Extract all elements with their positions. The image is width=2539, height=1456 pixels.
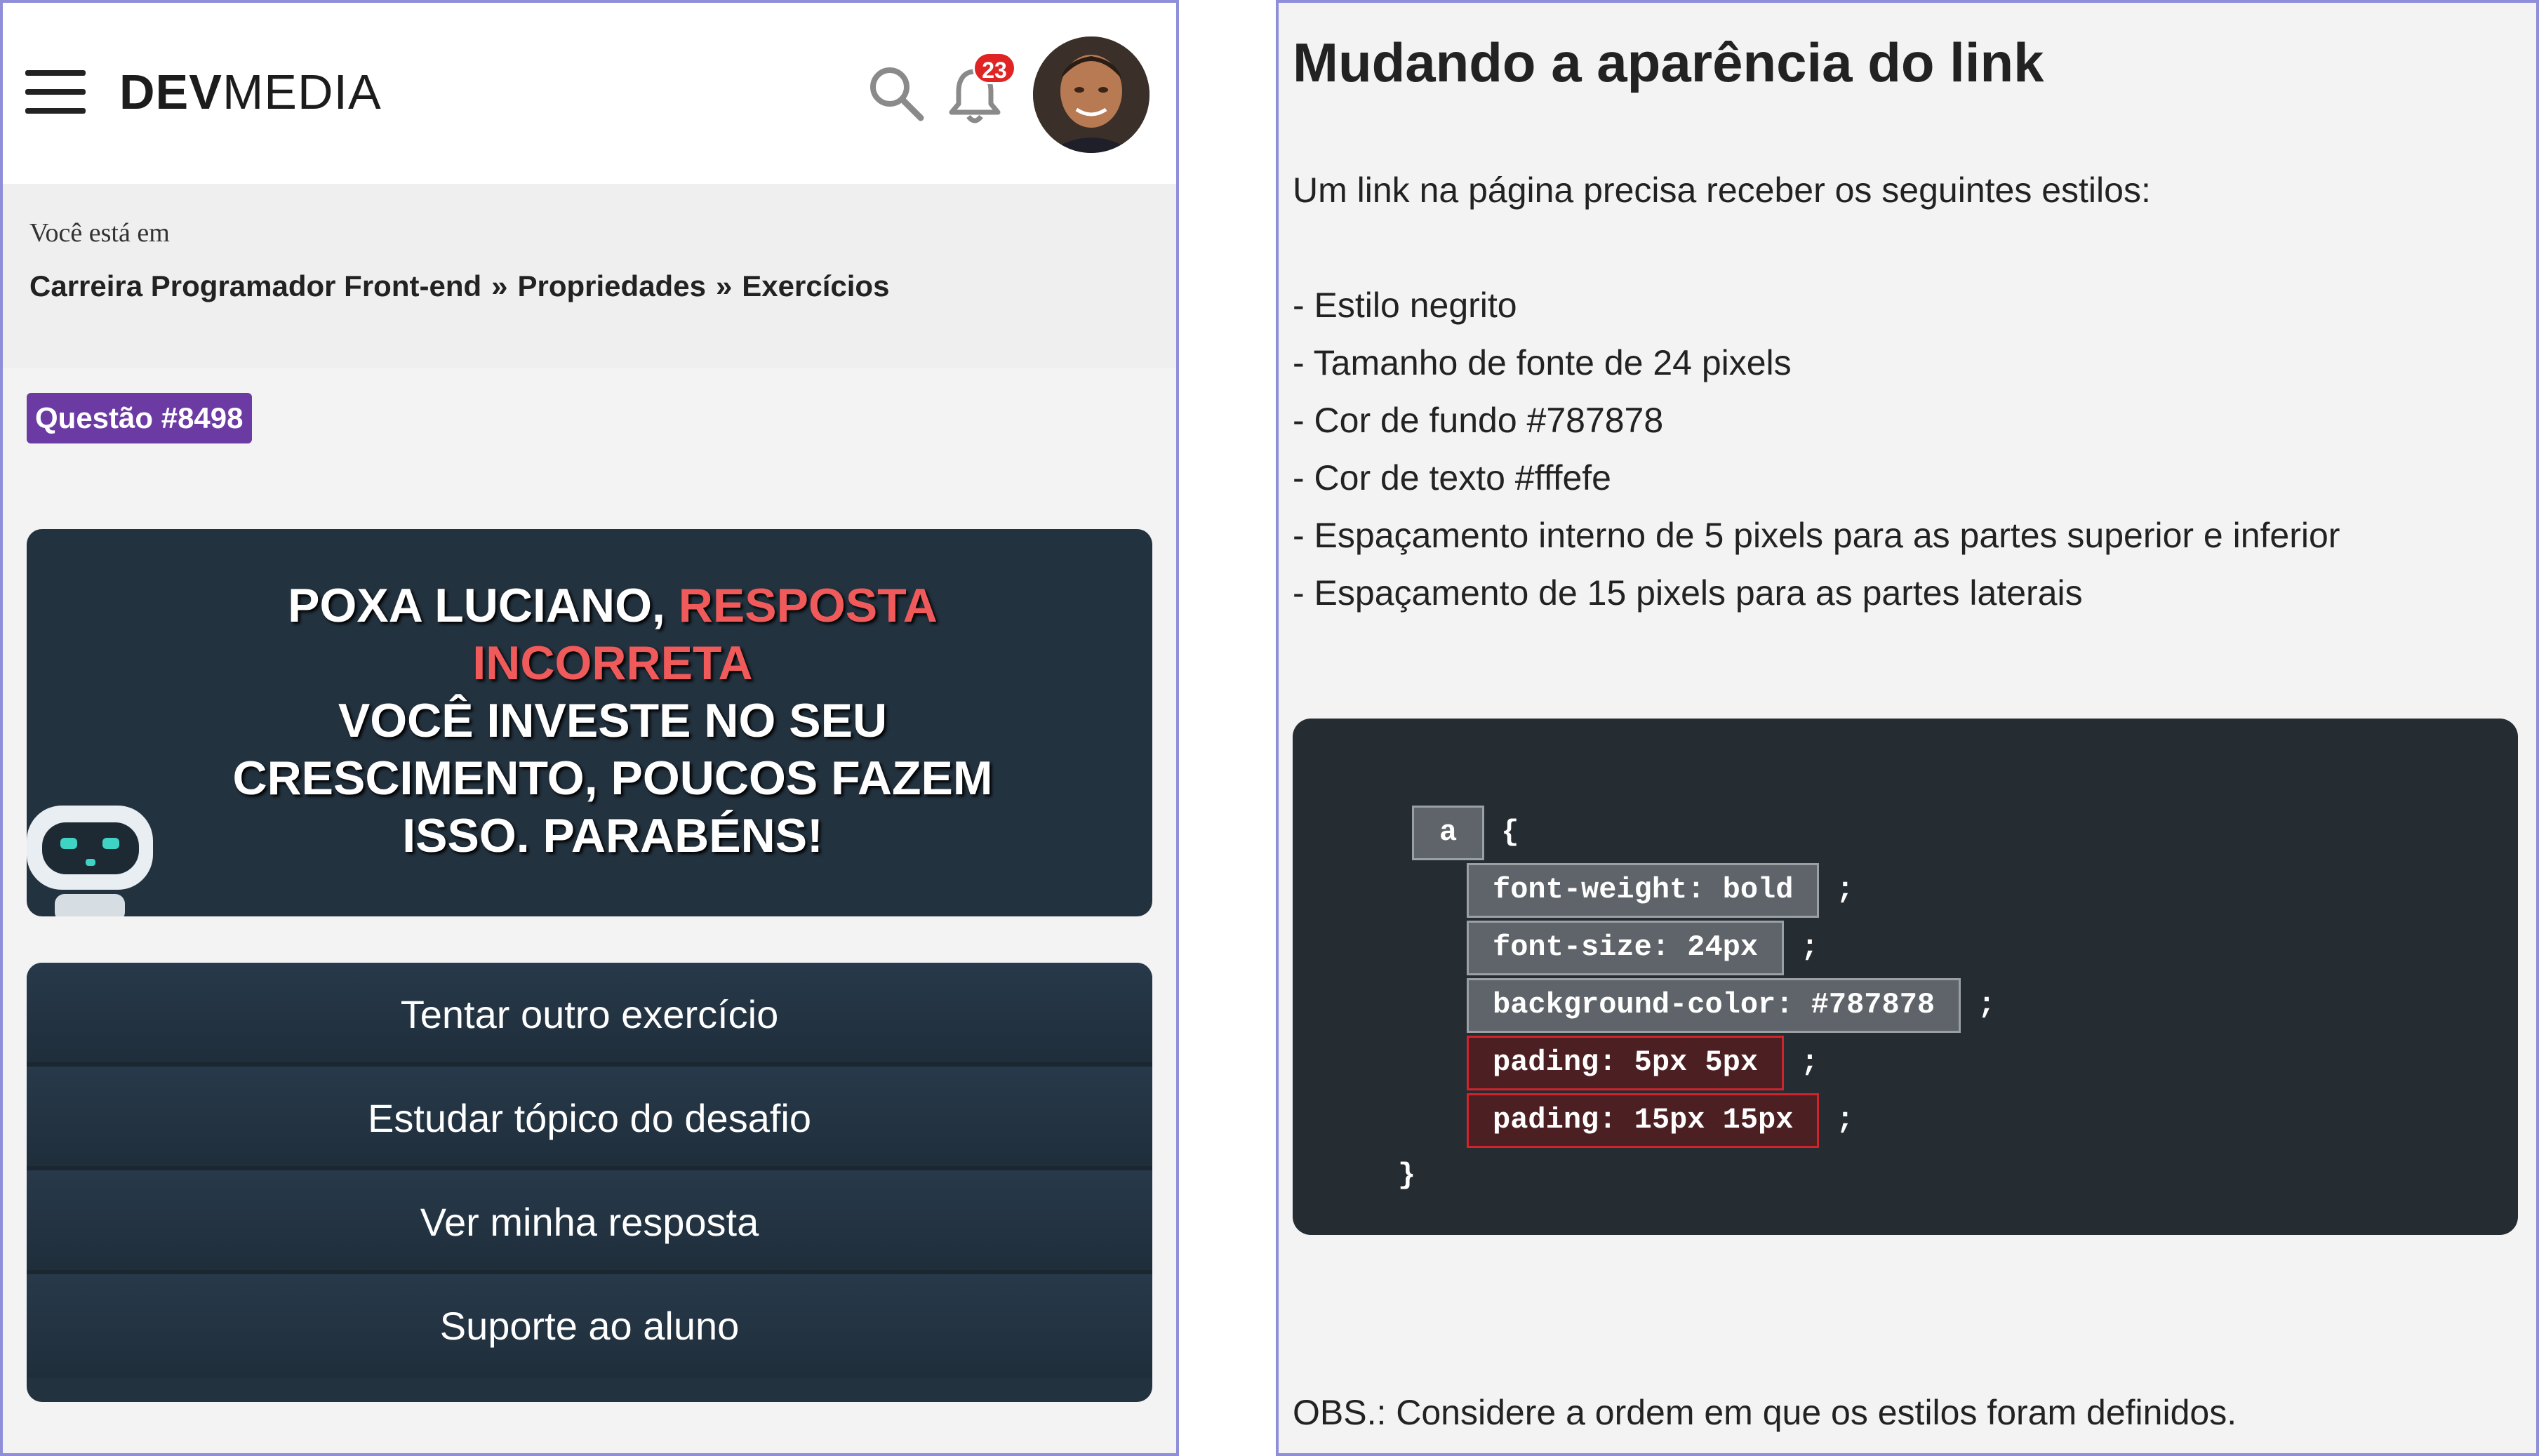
code-line-3: background-color: #787878; — [1467, 978, 1995, 1033]
code-semicolon: ; — [1801, 930, 1819, 964]
code-line-1: font-weight: bold; — [1467, 863, 1854, 918]
code-token-padding-incorrect[interactable]: pading: 5px 5px — [1467, 1036, 1785, 1090]
requirement-item: - Espaçamento de 15 pixels para as parte… — [1293, 573, 2083, 613]
code-close-brace: } — [1398, 1158, 1416, 1192]
exercise-note: OBS.: Considere a ordem em que os estilo… — [1293, 1393, 2237, 1432]
avatar[interactable] — [1033, 36, 1149, 153]
top-header: DEVMEDIA 23 — [3, 3, 1176, 184]
breadcrumb-label: Você está em — [29, 218, 170, 248]
study-topic-button[interactable]: Estudar tópico do desafio — [27, 1067, 1152, 1170]
code-semicolon: ; — [1836, 1103, 1854, 1137]
devmedia-logo[interactable]: DEVMEDIA — [119, 60, 382, 123]
exercise-intro: Um link na página precisa receber os seg… — [1293, 171, 2151, 210]
notification-count-badge: 23 — [973, 52, 1016, 84]
css-code-editor: a{ font-weight: bold; font-size: 24px; b… — [1293, 719, 2518, 1235]
result-message: POXA LUCIANO, RESPOSTA INCORRETA VOCÊ IN… — [167, 577, 1058, 864]
requirement-item: - Estilo negrito — [1293, 286, 1517, 325]
code-token-padding-incorrect[interactable]: pading: 15px 15px — [1467, 1093, 1820, 1148]
result-message-encouragement: VOCÊ INVESTE NO SEU CRESCIMENTO, POUCOS … — [232, 694, 993, 862]
student-support-button[interactable]: Suporte ao aluno — [27, 1274, 1152, 1378]
code-line-4: pading: 5px 5px; — [1467, 1036, 1818, 1090]
requirement-item: - Espaçamento interno de 5 pixels para a… — [1293, 516, 2340, 555]
breadcrumb-item-properties[interactable]: Propriedades — [518, 269, 706, 302]
exercise-title: Mudando a aparência do link — [1293, 32, 2044, 93]
result-banner: POXA LUCIANO, RESPOSTA INCORRETA VOCÊ IN… — [27, 529, 1152, 916]
code-line-5: pading: 15px 15px; — [1467, 1093, 1854, 1148]
quiz-result-panel: DEVMEDIA 23 Você está em Carreira Progra… — [0, 0, 1179, 1456]
code-open-brace: { — [1501, 815, 1519, 849]
try-another-exercise-button[interactable]: Tentar outro exercício — [27, 963, 1152, 1067]
code-token-font-weight[interactable]: font-weight: bold — [1467, 863, 1820, 918]
requirement-item: - Cor de fundo #787878 — [1293, 401, 1664, 440]
view-my-answer-button[interactable]: Ver minha resposta — [27, 1170, 1152, 1274]
code-token-background-color[interactable]: background-color: #787878 — [1467, 978, 1961, 1033]
breadcrumb-separator: » — [491, 269, 508, 302]
breadcrumb-item-exercises[interactable]: Exercícios — [742, 269, 889, 302]
breadcrumb-separator: » — [715, 269, 733, 302]
question-number-badge: Questão #8498 — [27, 393, 252, 443]
code-token-selector[interactable]: a — [1412, 806, 1485, 860]
code-line-2: font-size: 24px; — [1467, 921, 1818, 975]
menu-icon[interactable] — [25, 70, 86, 114]
code-semicolon: ; — [1978, 988, 1996, 1022]
exercise-statement-panel: Mudando a aparência do link Um link na p… — [1276, 0, 2539, 1456]
requirements-list: - Estilo negrito - Tamanho de fonte de 2… — [1293, 283, 2340, 629]
code-semicolon: ; — [1836, 873, 1854, 907]
result-message-greeting: POXA LUCIANO, — [288, 579, 679, 632]
action-menu: Tentar outro exercício Estudar tópico do… — [27, 963, 1152, 1402]
search-icon[interactable] — [865, 62, 928, 125]
robot-mascot-icon — [27, 806, 153, 916]
code-line-selector: a{ — [1412, 806, 1519, 860]
requirement-item: - Tamanho de fonte de 24 pixels — [1293, 343, 1792, 382]
breadcrumb-area: Você está em Carreira Programador Front-… — [3, 184, 1176, 368]
breadcrumb: Carreira Programador Front-end » Proprieda… — [29, 269, 889, 303]
requirement-item: - Cor de texto #fffefe — [1293, 458, 1611, 497]
code-token-font-size[interactable]: font-size: 24px — [1467, 921, 1785, 975]
code-semicolon: ; — [1801, 1046, 1819, 1079]
breadcrumb-item-career[interactable]: Carreira Programador Front-end — [29, 269, 481, 302]
